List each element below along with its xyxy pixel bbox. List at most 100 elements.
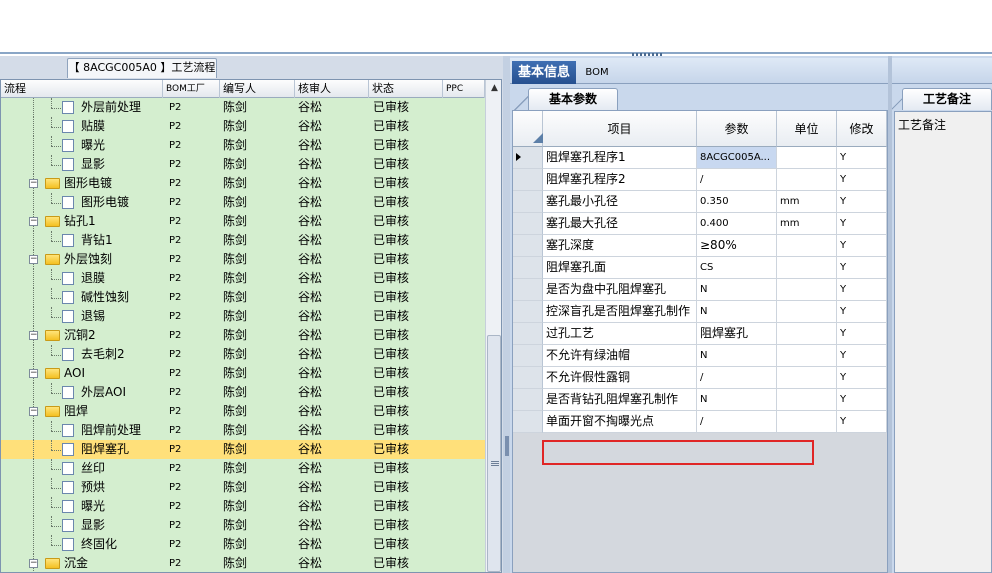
param-value[interactable]: N (697, 279, 777, 301)
row-indicator[interactable] (513, 301, 543, 323)
header-bom-factory[interactable]: BOM工厂 (163, 80, 220, 98)
top-splitter[interactable] (0, 52, 992, 54)
tree-step-row[interactable]: 终固化 P2 陈剑 谷松 已审核 (1, 535, 485, 554)
tree-group-row[interactable]: − 阻焊 P2 陈剑 谷松 已审核 (1, 402, 485, 421)
tab-bom[interactable]: BOM (582, 61, 612, 84)
param-modify[interactable]: Y (837, 367, 887, 389)
tree-group-row[interactable]: − 钻孔1 P2 陈剑 谷松 已审核 (1, 212, 485, 231)
param-row[interactable]: 塞孔深度 ≥80% Y (513, 235, 887, 257)
param-modify[interactable]: Y (837, 411, 887, 433)
tree-step-row[interactable]: 贴膜 P2 陈剑 谷松 已审核 (1, 117, 485, 136)
tree-step-row[interactable]: 预烘 P2 陈剑 谷松 已审核 (1, 478, 485, 497)
collapse-icon[interactable]: − (29, 331, 38, 340)
row-indicator[interactable] (513, 169, 543, 191)
param-modify[interactable]: Y (837, 191, 887, 213)
param-unit[interactable] (777, 323, 837, 345)
param-unit[interactable] (777, 169, 837, 191)
tree-step-row[interactable]: 阻焊塞孔 P2 陈剑 谷松 已审核 (1, 440, 485, 459)
tree-step-row[interactable]: 外层前处理 P2 陈剑 谷松 已审核 (1, 98, 485, 117)
process-flow-tab[interactable]: 【 8ACGC005A0 】工艺流程 (67, 58, 217, 78)
header-param[interactable]: 参数 (697, 111, 777, 147)
tree-group-row[interactable]: − AOI P2 陈剑 谷松 已审核 (1, 364, 485, 383)
tree-step-row[interactable]: 退锡 P2 陈剑 谷松 已审核 (1, 307, 485, 326)
collapse-icon[interactable]: − (29, 559, 38, 568)
param-modify[interactable]: Y (837, 213, 887, 235)
param-unit[interactable] (777, 301, 837, 323)
param-value[interactable]: 8ACGC005A... (697, 147, 777, 169)
tree-step-row[interactable]: 显影 P2 陈剑 谷松 已审核 (1, 155, 485, 174)
tree-step-row[interactable]: 背钻1 P2 陈剑 谷松 已审核 (1, 231, 485, 250)
param-unit[interactable] (777, 411, 837, 433)
param-unit[interactable] (777, 147, 837, 169)
row-indicator[interactable] (513, 345, 543, 367)
subtab-basic-params[interactable]: 基本参数 (528, 88, 618, 110)
tree-step-row[interactable]: 退膜 P2 陈剑 谷松 已审核 (1, 269, 485, 288)
param-value[interactable]: 0.350 (697, 191, 777, 213)
param-value[interactable]: N (697, 345, 777, 367)
header-author[interactable]: 编写人 (220, 80, 295, 98)
param-value[interactable]: N (697, 301, 777, 323)
tab-basic-info[interactable]: 基本信息 (512, 61, 576, 84)
param-row[interactable]: 阻焊塞孔面 CS Y (513, 257, 887, 279)
row-indicator[interactable] (513, 191, 543, 213)
param-value[interactable]: / (697, 169, 777, 191)
param-modify[interactable]: Y (837, 389, 887, 411)
param-row[interactable]: 阻焊塞孔程序1 8ACGC005A... Y (513, 147, 887, 169)
collapse-icon[interactable]: − (29, 179, 38, 188)
param-row[interactable]: 过孔工艺 阻焊塞孔 Y (513, 323, 887, 345)
header-item[interactable]: 项目 (543, 111, 697, 147)
param-unit[interactable] (777, 345, 837, 367)
tree-group-row[interactable]: − 图形电镀 P2 陈剑 谷松 已审核 (1, 174, 485, 193)
param-unit[interactable] (777, 389, 837, 411)
arrow-up-icon[interactable]: ▲ (486, 80, 501, 97)
param-modify[interactable]: Y (837, 235, 887, 257)
tree-group-row[interactable]: − 沉铜2 P2 陈剑 谷松 已审核 (1, 326, 485, 345)
collapse-icon[interactable]: − (29, 369, 38, 378)
param-modify[interactable]: Y (837, 147, 887, 169)
param-row[interactable]: 塞孔最小孔径 0.350 mm Y (513, 191, 887, 213)
param-unit[interactable] (777, 367, 837, 389)
param-value[interactable]: / (697, 411, 777, 433)
param-modify[interactable]: Y (837, 323, 887, 345)
row-indicator[interactable] (513, 279, 543, 301)
collapse-icon[interactable]: − (29, 255, 38, 264)
param-value[interactable]: ≥80% (697, 235, 777, 257)
row-indicator[interactable] (513, 323, 543, 345)
param-unit[interactable] (777, 257, 837, 279)
tree-group-row[interactable]: − 外层蚀刻 P2 陈剑 谷松 已审核 (1, 250, 485, 269)
tree-step-row[interactable]: 显影 P2 陈剑 谷松 已审核 (1, 516, 485, 535)
tree-group-row[interactable]: − 沉金 P2 陈剑 谷松 已审核 (1, 554, 485, 572)
tree-step-row[interactable]: 丝印 P2 陈剑 谷松 已审核 (1, 459, 485, 478)
remark-box[interactable]: 工艺备注 (894, 111, 992, 573)
panel-splitter-right[interactable] (888, 56, 892, 573)
param-row[interactable]: 阻焊塞孔程序2/ Y (513, 169, 887, 191)
param-modify[interactable]: Y (837, 345, 887, 367)
param-unit[interactable]: mm (777, 213, 837, 235)
param-row[interactable]: 塞孔最大孔径 0.400 mm Y (513, 213, 887, 235)
row-indicator[interactable] (513, 257, 543, 279)
row-indicator[interactable] (513, 411, 543, 433)
param-row[interactable]: 不允许有绿油帽 N Y (513, 345, 887, 367)
tree-step-row[interactable]: 曝光 P2 陈剑 谷松 已审核 (1, 136, 485, 155)
param-modify[interactable]: Y (837, 169, 887, 191)
param-value[interactable]: 阻焊塞孔 (697, 323, 777, 345)
param-row[interactable]: 是否为盘中孔阻焊塞孔 N Y (513, 279, 887, 301)
header-modify[interactable]: 修改 (837, 111, 887, 147)
param-unit[interactable] (777, 235, 837, 257)
param-unit[interactable] (777, 279, 837, 301)
vertical-scrollbar[interactable]: ▲ (485, 80, 501, 572)
row-indicator[interactable] (513, 147, 543, 169)
tree-step-row[interactable]: 碱性蚀刻 P2 陈剑 谷松 已审核 (1, 288, 485, 307)
param-value[interactable]: N (697, 389, 777, 411)
splitter-grip-icon[interactable] (505, 436, 509, 456)
header-unit[interactable]: 单位 (777, 111, 837, 147)
row-indicator[interactable] (513, 235, 543, 257)
header-status[interactable]: 状态 (369, 80, 443, 98)
param-row[interactable]: 是否背钻孔阻焊塞孔制作 N Y (513, 389, 887, 411)
tree-step-row[interactable]: 外层AOI P2 陈剑 谷松 已审核 (1, 383, 485, 402)
row-indicator[interactable] (513, 213, 543, 235)
param-value[interactable]: 0.400 (697, 213, 777, 235)
collapse-icon[interactable]: − (29, 407, 38, 416)
header-ppc[interactable]: PPC (443, 80, 485, 98)
param-row[interactable]: 控深盲孔是否阻焊塞孔制作 N Y (513, 301, 887, 323)
